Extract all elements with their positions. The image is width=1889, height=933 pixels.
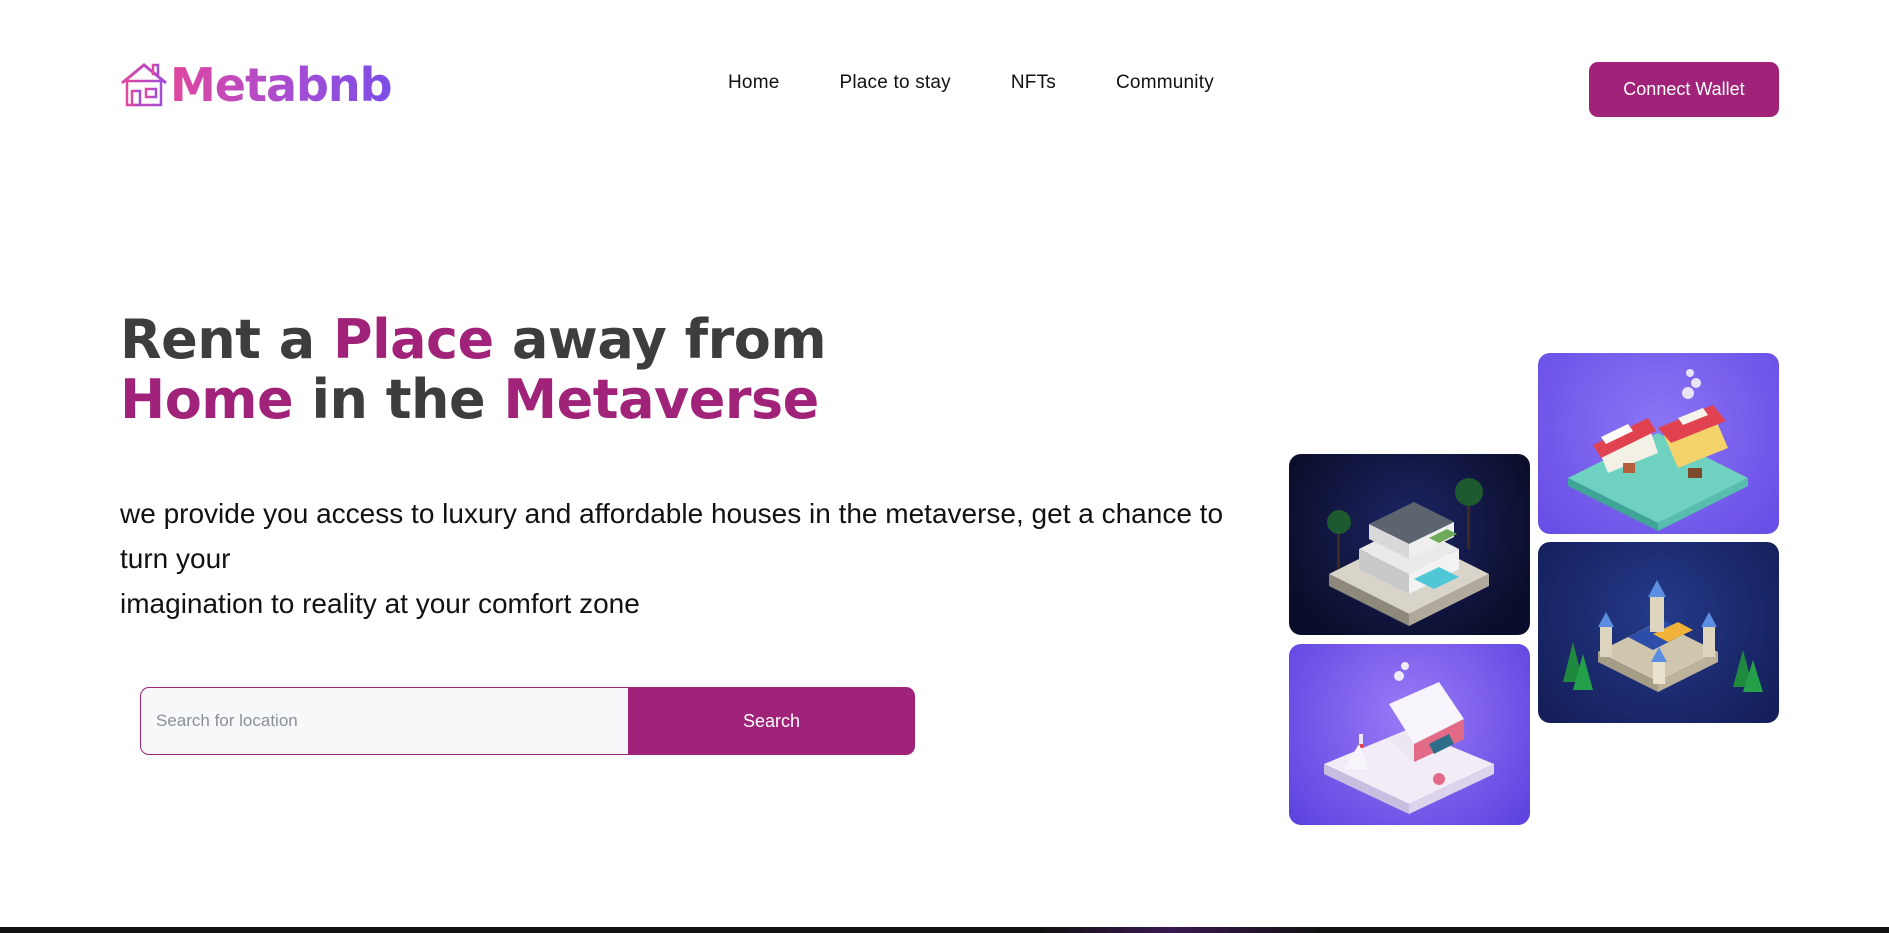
nav-place-to-stay[interactable]: Place to stay — [839, 72, 950, 94]
hero-description: we provide you access to luxury and affo… — [120, 491, 1260, 626]
brand-name: Metabnb — [170, 58, 393, 112]
hero-title: Rent a Place away from Home in the Metav… — [120, 308, 827, 431]
hero-description-line1: we provide you access to luxury and affo… — [120, 498, 1224, 574]
search-bar: Search — [140, 687, 915, 755]
title-text: away from — [493, 308, 827, 371]
hero-description-line2: imagination to reality at your comfort z… — [120, 588, 640, 619]
connect-wallet-button[interactable]: Connect Wallet — [1589, 62, 1779, 117]
market-stall-image — [1538, 353, 1779, 534]
footer-edge — [0, 927, 1889, 933]
house-icon — [121, 63, 167, 108]
title-accent: Home — [120, 368, 294, 431]
hero-title-line1: Rent a Place away from — [120, 308, 827, 371]
title-accent: Place — [333, 308, 494, 371]
search-input[interactable] — [140, 687, 628, 755]
hero-title-line2: Home in the Metaverse — [120, 368, 819, 431]
modern-villa-image — [1289, 454, 1530, 635]
nav-home[interactable]: Home — [728, 72, 779, 94]
title-text: in the — [293, 368, 504, 431]
main-nav: Home Place to stay NFTs Community — [728, 72, 1214, 94]
snow-house-image — [1289, 644, 1530, 825]
castle-image — [1538, 542, 1779, 723]
search-button[interactable]: Search — [628, 687, 915, 755]
title-text: Rent a — [120, 308, 334, 371]
logo[interactable]: Metabnb — [120, 58, 393, 112]
title-accent: Metaverse — [503, 368, 819, 431]
header: Metabnb Home Place to stay NFTs Communit… — [0, 0, 1889, 180]
nav-nfts[interactable]: NFTs — [1011, 72, 1056, 94]
nav-community[interactable]: Community — [1116, 72, 1214, 94]
